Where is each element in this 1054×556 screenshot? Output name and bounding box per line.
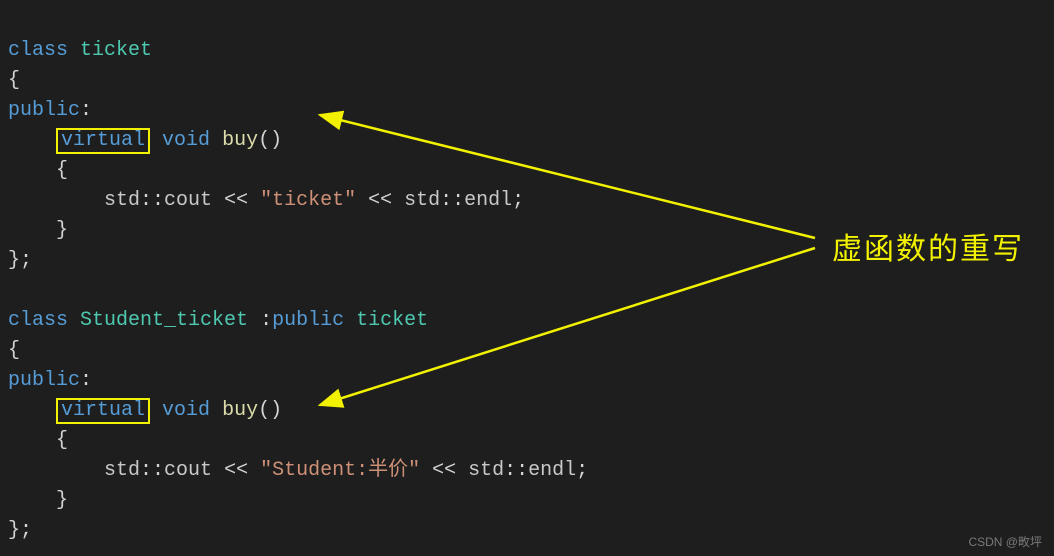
keyword-public-inh: public: [272, 309, 344, 332]
class-name-ticket: ticket: [80, 39, 152, 62]
keyword-void: void: [162, 129, 210, 152]
function-buy: buy: [222, 129, 258, 152]
watermark: CSDN @畋坪: [968, 533, 1042, 550]
keyword-public: public: [8, 99, 80, 122]
function-buy: buy: [222, 399, 258, 422]
string-literal: "Student:半价": [260, 459, 420, 482]
keyword-void: void: [162, 399, 210, 422]
keyword-class: class: [8, 309, 68, 332]
keyword-class: class: [8, 39, 68, 62]
code-block: class ticket { public: virtual void buy(…: [0, 0, 1054, 546]
base-class-name: ticket: [356, 309, 428, 332]
virtual-highlight-box: virtual: [56, 398, 150, 424]
class-name-student: Student_ticket: [80, 309, 248, 332]
string-literal: "ticket": [260, 189, 356, 212]
virtual-highlight-box: virtual: [56, 128, 150, 154]
annotation-label: 虚函数的重写: [832, 224, 1024, 268]
brace: {: [8, 69, 20, 92]
keyword-public: public: [8, 369, 80, 392]
